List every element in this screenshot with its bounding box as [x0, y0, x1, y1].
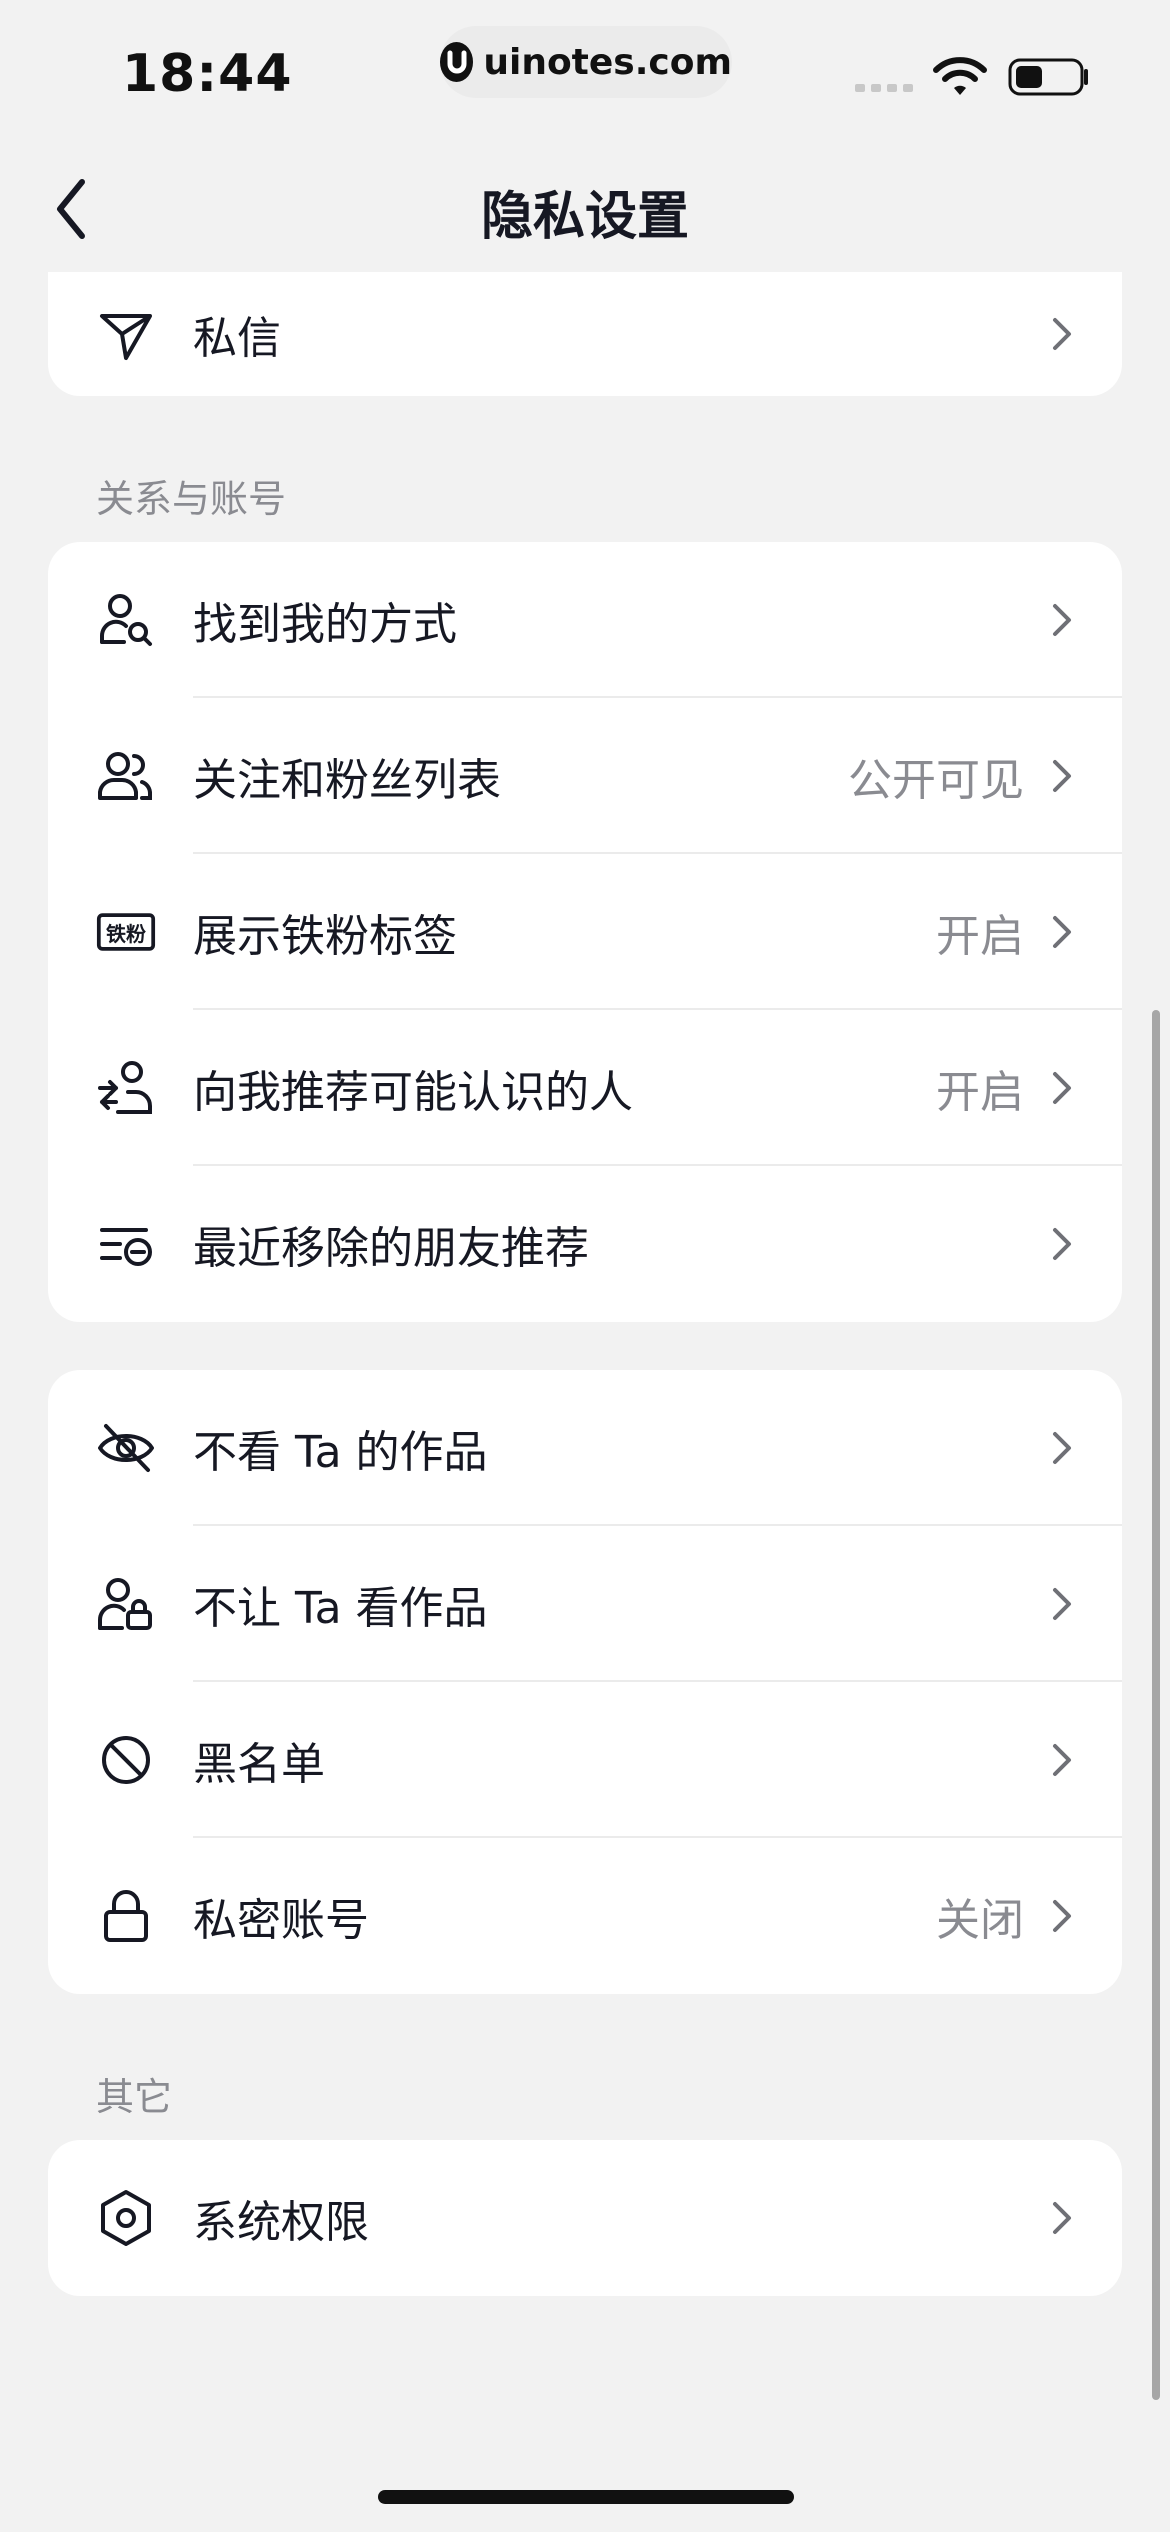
status-bar: 18:44 uinotes.com [0, 0, 1170, 140]
row-label: 向我推荐可能认识的人 [193, 1067, 633, 1118]
messages-card: 私信 [48, 272, 1122, 396]
row-system-permissions[interactable]: 系统权限 [48, 2140, 1122, 2296]
site-logo-icon [440, 42, 474, 82]
row-label: 最近移除的朋友推荐 [193, 1223, 589, 1274]
row-fan-badge[interactable]: 铁粉 展示铁粉标签 开启 [48, 854, 1122, 1010]
row-label: 关注和粉丝列表 [193, 755, 501, 806]
row-value: 开启 [936, 911, 1024, 962]
paper-plane-icon [96, 304, 156, 364]
status-time: 18:44 [122, 44, 293, 104]
wifi-icon [933, 57, 987, 95]
battery-icon [1008, 58, 1088, 96]
row-value: 公开可见 [848, 755, 1024, 806]
row-value: 关闭 [936, 1895, 1024, 1946]
row-label: 不看 Ta 的作品 [193, 1427, 488, 1478]
eye-off-icon [96, 1418, 156, 1478]
chevron-right-icon [1053, 760, 1071, 792]
chevron-right-icon [1053, 2202, 1071, 2234]
hexagon-settings-icon [96, 2188, 156, 2248]
user-recommend-icon [96, 1058, 156, 1118]
cellular-signal-icon [855, 84, 913, 92]
relations-card: 找到我的方式 关注和粉丝列表 公开可见 铁粉 展示铁粉标签 开启 向我推荐可能认… [48, 542, 1122, 1322]
row-label: 私密账号 [193, 1895, 369, 1946]
home-indicator[interactable] [378, 2490, 794, 2504]
chevron-right-icon [1053, 916, 1071, 948]
row-follow-list[interactable]: 关注和粉丝列表 公开可见 [48, 698, 1122, 854]
privacy-card: 不看 Ta 的作品 不让 Ta 看作品 黑名单 私密账号 关闭 [48, 1370, 1122, 1994]
row-blacklist[interactable]: 黑名单 [48, 1682, 1122, 1838]
row-label: 系统权限 [193, 2197, 369, 2248]
page-title: 隐私设置 [480, 187, 689, 247]
url-pill[interactable]: uinotes.com [440, 26, 732, 98]
row-label: 不让 Ta 看作品 [193, 1583, 488, 1634]
fan-badge-text: 铁粉 [106, 921, 146, 946]
row-direct-message[interactable]: 私信 [48, 272, 1122, 396]
block-icon [96, 1730, 156, 1790]
chevron-right-icon [1053, 1432, 1071, 1464]
row-label: 黑名单 [193, 1739, 325, 1790]
chevron-right-icon [1053, 1588, 1071, 1620]
list-remove-icon [96, 1214, 156, 1274]
row-hide-their-works[interactable]: 不看 Ta 的作品 [48, 1370, 1122, 1526]
row-block-viewing[interactable]: 不让 Ta 看作品 [48, 1526, 1122, 1682]
user-search-icon [96, 590, 156, 650]
users-icon [96, 746, 156, 806]
chevron-right-icon [1053, 318, 1071, 350]
section-title-relations: 关系与账号 [96, 477, 287, 521]
chevron-right-icon [1053, 1900, 1071, 1932]
chevron-right-icon [1053, 1744, 1071, 1776]
section-title-other: 其它 [96, 2075, 173, 2119]
row-removed-recommendations[interactable]: 最近移除的朋友推荐 [48, 1166, 1122, 1322]
url-text: uinotes.com [483, 41, 732, 83]
row-label: 私信 [193, 313, 281, 364]
chevron-right-icon [1053, 604, 1071, 636]
row-label: 展示铁粉标签 [193, 911, 457, 962]
scrollbar[interactable] [1152, 1010, 1160, 2400]
row-private-account[interactable]: 私密账号 关闭 [48, 1838, 1122, 1994]
row-value: 开启 [936, 1067, 1024, 1118]
chevron-right-icon [1053, 1072, 1071, 1104]
row-find-me[interactable]: 找到我的方式 [48, 542, 1122, 698]
other-card: 系统权限 [48, 2140, 1122, 2296]
chevron-right-icon [1053, 1228, 1071, 1260]
nav-bar: 隐私设置 [0, 150, 1170, 270]
row-recommend-people[interactable]: 向我推荐可能认识的人 开启 [48, 1010, 1122, 1166]
row-label: 找到我的方式 [193, 599, 457, 650]
user-lock-icon [96, 1574, 156, 1634]
fan-badge-icon: 铁粉 [96, 902, 156, 962]
lock-icon [96, 1886, 156, 1946]
